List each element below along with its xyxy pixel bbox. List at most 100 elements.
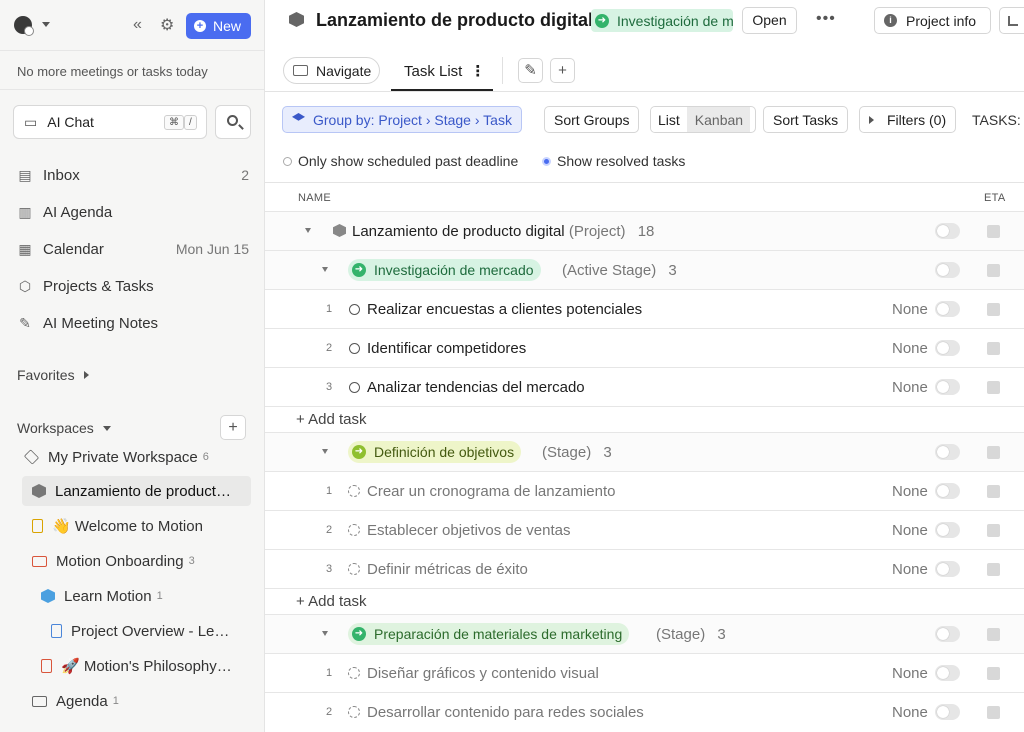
column-header-eta[interactable]: ETA: [984, 192, 1005, 204]
toggle-switch[interactable]: [935, 522, 960, 538]
sidebar-item-calendar[interactable]: ▦ Calendar Mon Jun 15: [17, 234, 249, 264]
edit-view-button[interactable]: ✎: [518, 58, 543, 83]
task-row[interactable]: 3 Definir métricas de éxito None: [265, 549, 1024, 588]
tree-item-welcome[interactable]: 👋 Welcome to Motion: [32, 511, 203, 541]
stage-count: 3: [668, 262, 677, 279]
folder-icon: [32, 555, 47, 567]
tree-item-lanzamiento[interactable]: Lanzamiento de product…: [22, 476, 251, 506]
tab-task-list[interactable]: Task List ⋮: [404, 62, 485, 80]
task-row[interactable]: 1 Crear un cronograma de lanzamiento Non…: [265, 471, 1024, 510]
chevron-down-icon[interactable]: [305, 228, 311, 233]
shortcut-key-cmd: ⌘: [164, 115, 184, 130]
cube-icon: [41, 589, 55, 603]
toggle-switch[interactable]: [935, 379, 960, 395]
task-status-icon[interactable]: [348, 667, 360, 679]
toggle-switch[interactable]: [935, 223, 960, 239]
current-stage-badge[interactable]: ➜ Investigación de mercado: [591, 9, 733, 32]
view-list-option[interactable]: List: [651, 107, 687, 132]
toggle-switch[interactable]: [935, 626, 960, 642]
tasks-count-label: TASKS:: [972, 112, 1021, 128]
sidebar-item-label: AI Agenda: [43, 203, 113, 221]
chevron-down-icon[interactable]: [322, 267, 328, 272]
stage-tag: (Active Stage): [562, 262, 657, 279]
toggle-switch[interactable]: [935, 340, 960, 356]
stage-row[interactable]: ➜ Investigación de mercado (Active Stage)…: [265, 250, 1024, 289]
task-row[interactable]: 3 Analizar tendencias del mercado None: [265, 367, 1024, 406]
stage-row[interactable]: ➜ Definición de objetivos (Stage) 3: [265, 432, 1024, 471]
stage-row[interactable]: ➜ Preparación de materiales de marketing …: [265, 614, 1024, 653]
gear-icon[interactable]: ⚙: [160, 15, 174, 35]
tree-item-count: 3: [188, 555, 195, 567]
toggle-switch[interactable]: [935, 561, 960, 577]
chevron-down-icon[interactable]: [42, 22, 50, 27]
group-by-button[interactable]: Group by: Project › Stage › Task: [282, 106, 522, 133]
task-row[interactable]: 2 Desarrollar contenido para redes socia…: [265, 692, 1024, 731]
toggle-switch[interactable]: [935, 444, 960, 460]
sidebar-item-projects-tasks[interactable]: ⬡ Projects & Tasks: [17, 271, 249, 301]
sidebar-item-inbox[interactable]: ▤ Inbox 2: [17, 160, 249, 190]
tree-item-my-private-workspace[interactable]: My Private Workspace 6: [23, 442, 209, 472]
task-row[interactable]: 1 Diseñar gráficos y contenido visual No…: [265, 653, 1024, 692]
sidebar-item-label: Projects & Tasks: [43, 277, 154, 295]
tree-item-agenda[interactable]: Agenda 1: [32, 686, 119, 716]
favorites-section[interactable]: Favorites: [17, 367, 89, 383]
toggle-switch[interactable]: [935, 665, 960, 681]
tree-item-learn-motion[interactable]: Learn Motion 1: [41, 581, 163, 611]
scheduled-past-deadline-option[interactable]: Only show scheduled past deadline: [283, 153, 518, 169]
task-status-icon[interactable]: [349, 382, 360, 393]
show-resolved-option[interactable]: Show resolved tasks: [542, 153, 685, 169]
sidebar-item-ai-meeting-notes[interactable]: ✎ AI Meeting Notes: [17, 308, 249, 338]
open-button[interactable]: Open: [742, 7, 797, 34]
task-status-icon[interactable]: [348, 563, 360, 575]
task-number: 3: [325, 563, 333, 575]
project-row[interactable]: Lanzamiento de producto digital (Project…: [265, 211, 1024, 250]
view-kanban-option[interactable]: Kanban: [686, 107, 751, 132]
sort-groups-button[interactable]: Sort Groups: [544, 106, 640, 133]
project-info-button[interactable]: i Project info: [874, 7, 991, 34]
column-header-name[interactable]: NAME: [298, 192, 331, 204]
chart-button[interactable]: [999, 7, 1024, 34]
toggle-switch[interactable]: [935, 704, 960, 720]
tree-item-project-overview[interactable]: Project Overview - Le…: [51, 616, 229, 646]
toggle-switch[interactable]: [935, 483, 960, 499]
eta-indicator: [987, 524, 1000, 537]
add-workspace-button[interactable]: +: [220, 415, 246, 440]
add-view-button[interactable]: +: [550, 58, 575, 83]
eta-indicator: [987, 342, 1000, 355]
task-status-icon[interactable]: [348, 485, 360, 497]
inbox-icon: ▤: [18, 166, 32, 183]
chevron-down-icon[interactable]: [322, 631, 328, 636]
more-icon[interactable]: •••: [816, 10, 836, 28]
filters-button[interactable]: Filters (0): [859, 106, 957, 133]
toggle-switch[interactable]: [935, 262, 960, 278]
add-task-button[interactable]: + Add task: [265, 406, 1024, 432]
chevron-down-icon[interactable]: [322, 449, 328, 454]
navigate-button[interactable]: Navigate: [283, 57, 380, 84]
tree-item-label: Learn Motion: [64, 587, 152, 605]
collapse-sidebar-icon[interactable]: «: [133, 16, 142, 34]
task-number: 1: [325, 485, 333, 497]
sidebar-item-label: AI Meeting Notes: [43, 314, 159, 332]
tree-item-motion-philosophy[interactable]: 🚀 Motion's Philosophy…: [41, 651, 232, 681]
add-task-button[interactable]: + Add task: [265, 588, 1024, 614]
new-button[interactable]: + New: [186, 13, 251, 39]
task-row[interactable]: 2 Identificar competidores None: [265, 328, 1024, 367]
project-info-label: Project info: [906, 12, 977, 29]
tree-item-label: My Private Workspace: [48, 448, 198, 466]
ai-chat-button[interactable]: ▭ AI Chat ⌘ /: [13, 105, 207, 139]
avatar[interactable]: [14, 16, 34, 36]
toggle-switch[interactable]: [935, 301, 960, 317]
task-status-icon[interactable]: [349, 343, 360, 354]
task-status-icon[interactable]: [348, 524, 360, 536]
task-eta: None: [892, 522, 928, 539]
task-status-icon[interactable]: [349, 304, 360, 315]
kebab-menu-icon[interactable]: ⋮: [470, 63, 485, 80]
sidebar-item-ai-agenda[interactable]: ▥ AI Agenda: [17, 197, 249, 227]
search-button[interactable]: [215, 105, 251, 139]
workspaces-section[interactable]: Workspaces: [17, 420, 111, 436]
tree-item-motion-onboarding[interactable]: Motion Onboarding 3: [32, 546, 195, 576]
task-row[interactable]: 1 Realizar encuestas a clientes potencia…: [265, 289, 1024, 328]
task-row[interactable]: 2 Establecer objetivos de ventas None: [265, 510, 1024, 549]
task-status-icon[interactable]: [348, 706, 360, 718]
sort-tasks-button[interactable]: Sort Tasks: [763, 106, 849, 133]
